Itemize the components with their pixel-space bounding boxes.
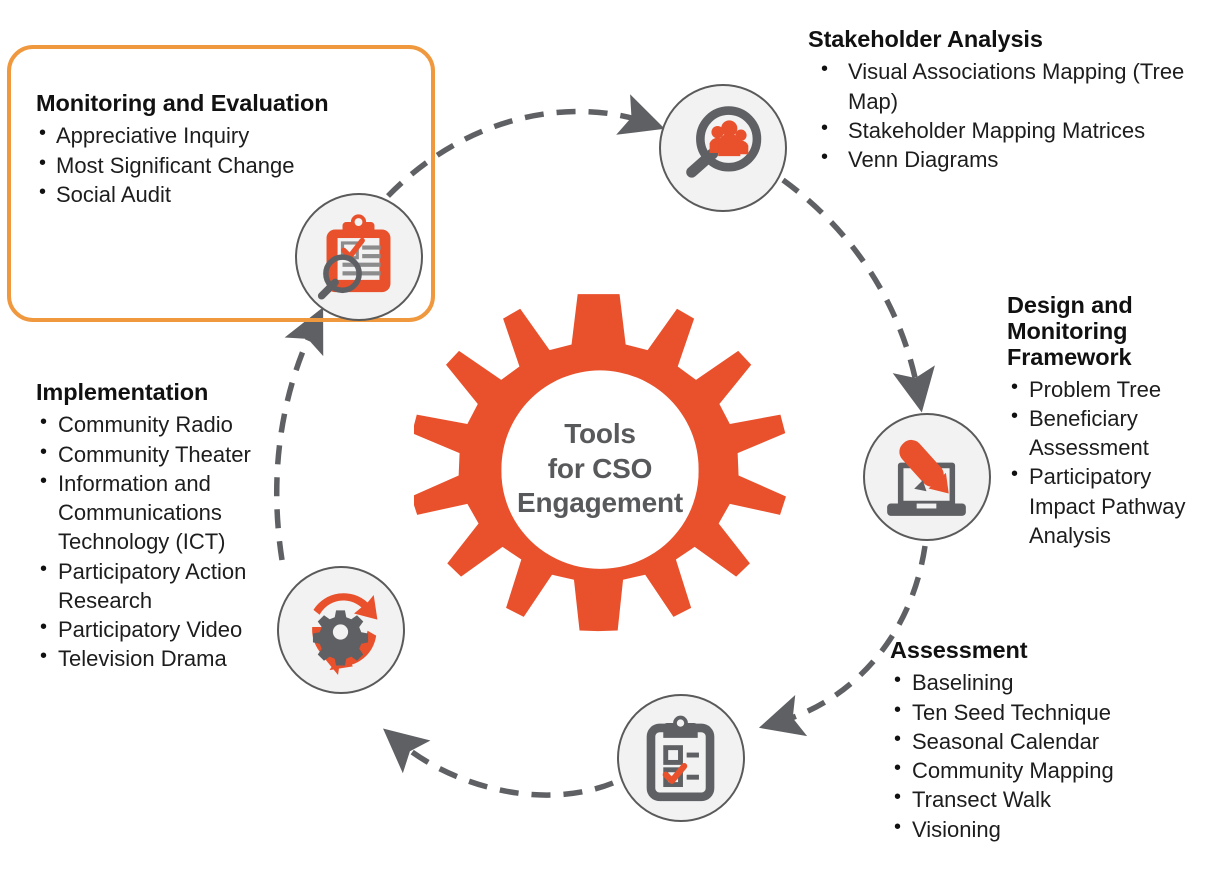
list-item: Venn Diagrams	[808, 144, 1207, 174]
list-item: Problem Tree	[1007, 374, 1207, 404]
list-item: Community Mapping	[890, 755, 1180, 785]
diagram-canvas: Tools for CSO Engagement Monitoring and …	[0, 0, 1207, 875]
list-design-and-monitoring-framework: Problem Tree Beneficiary Assessment Part…	[1007, 374, 1207, 551]
cycle-gear-icon	[312, 593, 378, 676]
text-block-design-and-monitoring-framework: Design and Monitoring Framework Problem …	[1007, 292, 1207, 551]
laptop-pencil-icon	[887, 439, 966, 516]
node-stakeholder-analysis[interactable]	[659, 84, 787, 212]
list-item: Seasonal Calendar	[890, 726, 1180, 756]
arrow-assessment-to-implementation	[383, 728, 615, 798]
list-item: Visioning	[890, 813, 1180, 844]
list-item: Information and Communications Technolog…	[36, 468, 291, 557]
list-item: Social Audit	[36, 179, 366, 209]
list-item: Participatory Impact Pathway Analysis	[1007, 461, 1207, 550]
heading-design-and-monitoring-framework: Design and Monitoring Framework	[1007, 292, 1133, 370]
clipboard-magnifier-icon	[317, 214, 391, 300]
list-stakeholder-analysis: Visual Associations Mapping (Tree Map) S…	[808, 56, 1207, 174]
center-line-3: Engagement	[516, 487, 684, 519]
text-block-monitoring-and-evaluation: Monitoring and Evaluation Appreciative I…	[36, 90, 366, 209]
list-item: Ten Seed Technique	[890, 696, 1180, 727]
list-item: Participatory Action Research	[36, 556, 291, 616]
list-item: Visual Associations Mapping (Tree Map)	[808, 56, 1207, 116]
center-line-1: Tools	[564, 418, 636, 450]
list-item: Baselining	[890, 667, 1180, 697]
node-implementation[interactable]	[277, 566, 405, 694]
node-monitoring-and-evaluation[interactable]	[295, 193, 423, 321]
heading-monitoring-and-evaluation: Monitoring and Evaluation	[36, 90, 329, 116]
arrow-stakeholder-to-dmf	[781, 177, 935, 413]
center-gear: Tools for CSO Engagement	[411, 283, 786, 655]
clipboard-checklist-icon	[646, 715, 715, 802]
heading-stakeholder-analysis: Stakeholder Analysis	[808, 26, 1043, 52]
list-item: Community Radio	[36, 409, 291, 439]
text-block-implementation: Implementation Community Radio Community…	[36, 379, 291, 674]
list-item: Appreciative Inquiry	[36, 120, 366, 150]
center-gear-label: Tools for CSO Engagement	[414, 283, 786, 655]
text-block-stakeholder-analysis: Stakeholder Analysis Visual Associations…	[808, 26, 1207, 174]
list-item: Community Theater	[36, 438, 291, 469]
node-design-and-monitoring-framework[interactable]	[863, 413, 991, 541]
list-item: Beneficiary Assessment	[1007, 403, 1207, 463]
list-item: Transect Walk	[890, 784, 1180, 814]
list-item: Television Drama	[36, 643, 291, 673]
center-line-2: for CSO	[547, 452, 653, 484]
list-implementation: Community Radio Community Theater Inform…	[36, 409, 291, 673]
list-item: Stakeholder Mapping Matrices	[808, 115, 1207, 145]
heading-assessment: Assessment	[890, 637, 1028, 663]
heading-implementation: Implementation	[36, 379, 209, 405]
list-assessment: Baselining Ten Seed Technique Seasonal C…	[890, 667, 1180, 844]
list-monitoring-and-evaluation: Appreciative Inquiry Most Significant Ch…	[36, 120, 366, 209]
magnifier-people-icon	[686, 106, 762, 178]
list-item: Most Significant Change	[36, 149, 366, 180]
list-item: Participatory Video	[36, 614, 291, 644]
node-assessment[interactable]	[617, 694, 745, 822]
text-block-assessment: Assessment Baselining Ten Seed Technique…	[890, 637, 1180, 844]
